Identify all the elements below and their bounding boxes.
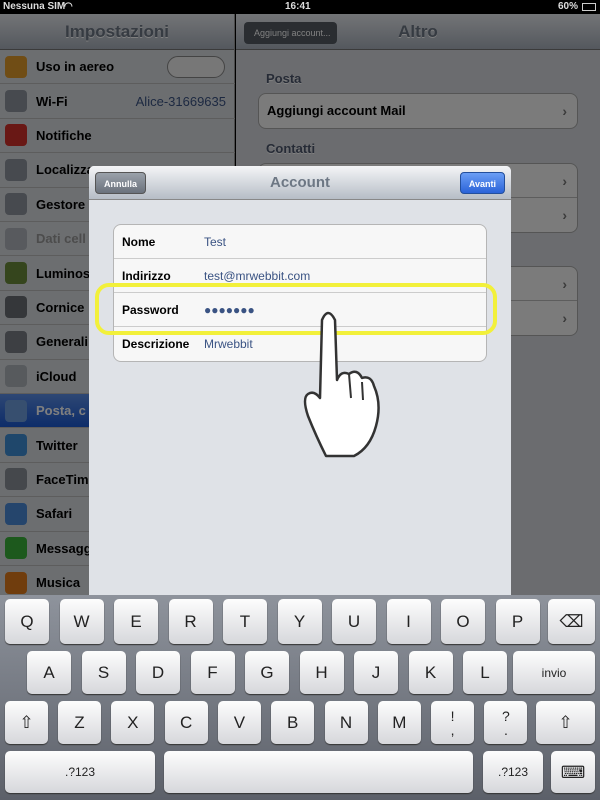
numbers-key[interactable]: .?123 xyxy=(5,751,155,793)
key-y[interactable]: Y xyxy=(277,599,322,644)
keyboard: Q W E R T Y U I O P ⌫ A S D F G H J K Linvio ⇧ Z X C V B N M! ,? . ⇧… xyxy=(0,595,600,800)
cancel-button[interactable]: Annulla xyxy=(95,172,146,194)
key-w[interactable]: W xyxy=(59,599,104,644)
key-0[interactable]: Z xyxy=(58,701,101,744)
key-4[interactable]: B xyxy=(271,701,315,744)
clock: 16:41 xyxy=(285,1,311,12)
key-5[interactable]: N xyxy=(324,701,368,744)
hide-keyboard-key[interactable]: ⌨ xyxy=(551,751,595,793)
key-u[interactable]: U xyxy=(332,599,376,644)
key-s[interactable]: S xyxy=(81,651,126,694)
key-8[interactable]: ? . xyxy=(484,701,528,744)
field-nome[interactable]: Nome Test xyxy=(114,225,486,259)
numbers-key[interactable]: .?123 xyxy=(483,751,543,793)
field-label: Descrizione xyxy=(122,337,190,351)
password-highlight xyxy=(95,283,497,335)
field-label: Indirizzo xyxy=(122,268,171,283)
key-1[interactable]: X xyxy=(111,701,155,744)
return-key[interactable]: invio xyxy=(513,651,595,694)
key-f[interactable]: F xyxy=(190,651,235,694)
shift-key[interactable]: ⇧ xyxy=(536,701,595,744)
key-6[interactable]: M xyxy=(377,701,421,744)
dialog-header: Annulla Account Avanti xyxy=(89,166,511,200)
hand-pointer-icon xyxy=(303,311,380,458)
next-button[interactable]: Avanti xyxy=(459,172,505,194)
battery-level: 60% xyxy=(558,1,579,12)
wifi-icon: ◠ xyxy=(64,1,73,12)
key-a[interactable]: A xyxy=(27,651,71,694)
space-key[interactable] xyxy=(164,751,473,793)
key-l[interactable]: L xyxy=(463,651,507,694)
field-value[interactable]: test@mrwebbit.com xyxy=(204,269,310,283)
field-label: Nome xyxy=(122,234,156,249)
carrier: Nessuna SIM xyxy=(3,1,66,12)
key-d[interactable]: D xyxy=(136,651,180,694)
field-value[interactable]: Test xyxy=(204,235,226,249)
key-7[interactable]: ! , xyxy=(431,701,475,744)
battery-icon xyxy=(582,3,596,11)
key-h[interactable]: H xyxy=(299,651,344,694)
shift-key[interactable]: ⇧ xyxy=(5,701,48,744)
key-i[interactable]: I xyxy=(386,599,431,644)
key-q[interactable]: Q xyxy=(5,599,49,644)
status-bar: Nessuna SIM ◠ 16:41 60% xyxy=(0,0,600,14)
key-j[interactable]: J xyxy=(354,651,398,694)
field-value[interactable]: Mrwebbit xyxy=(204,337,253,351)
key-g[interactable]: G xyxy=(245,651,289,694)
key-e[interactable]: E xyxy=(114,599,158,644)
dialog-title: Account xyxy=(270,174,330,191)
key-2[interactable]: C xyxy=(164,701,208,744)
key-p[interactable]: P xyxy=(495,599,540,644)
key-3[interactable]: V xyxy=(217,701,261,744)
key-r[interactable]: R xyxy=(168,599,213,644)
key-o[interactable]: O xyxy=(441,599,485,644)
key-k[interactable]: K xyxy=(408,651,453,694)
key-t[interactable]: T xyxy=(223,599,267,644)
backspace-key[interactable]: ⌫ xyxy=(548,599,595,644)
